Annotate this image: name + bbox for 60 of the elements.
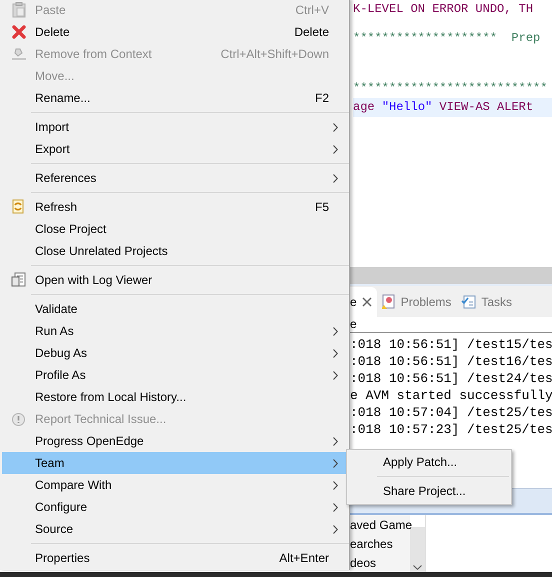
menu-item[interactable]: Rename... F2 xyxy=(2,87,347,109)
chevron-down-icon xyxy=(413,565,422,570)
menu-item[interactable]: Refresh F5 xyxy=(2,196,347,218)
chevron-right-icon xyxy=(333,437,338,446)
view-tab[interactable]: Problems xyxy=(376,286,456,316)
menu-item[interactable]: Open with Log Viewer xyxy=(2,269,347,291)
menu-item[interactable]: Compare With xyxy=(2,474,347,496)
delete-icon xyxy=(12,25,26,39)
chevron-right-icon xyxy=(333,459,338,468)
menu-item[interactable]: Restore from Local History... xyxy=(2,386,347,408)
menu-item[interactable]: Close Unrelated Projects xyxy=(2,240,347,262)
chevron-right-icon xyxy=(333,123,338,132)
chevron-right-icon xyxy=(333,371,338,380)
scrollbar[interactable] xyxy=(410,527,425,572)
log-line: :018 10:56:51] /test24/tes xyxy=(350,370,552,387)
chevron-right-icon xyxy=(333,174,338,183)
log-line: :018 10:57:23] /test25/tes xyxy=(350,421,552,438)
code-line: ******************** Prep xyxy=(353,30,542,47)
tasks-icon xyxy=(461,294,476,309)
sash-bar[interactable] xyxy=(350,267,552,284)
folder-item[interactable]: deos xyxy=(350,554,410,572)
menu-item[interactable]: Close Project xyxy=(2,218,347,240)
problems-icon xyxy=(382,294,396,310)
menu-item[interactable]: Profile As xyxy=(2,364,347,386)
chevron-right-icon xyxy=(333,349,338,358)
chevron-right-icon xyxy=(333,145,338,154)
document-icon xyxy=(10,272,26,288)
close-icon[interactable] xyxy=(362,296,372,306)
chevron-right-icon xyxy=(333,481,338,490)
view-tab[interactable]: Tasks xyxy=(456,286,518,316)
menu-item[interactable]: Run As xyxy=(2,320,347,342)
code-line: *************************** xyxy=(353,80,548,97)
menu-item[interactable]: Source xyxy=(2,518,347,540)
menu-item[interactable]: Share Project... xyxy=(349,480,509,502)
menu-item[interactable]: Configure xyxy=(2,496,347,518)
menu-item[interactable]: Apply Patch... xyxy=(349,451,509,473)
menu-item[interactable]: Validate xyxy=(2,298,347,320)
log-line: :018 10:56:51] /test15/tes xyxy=(350,336,552,353)
menu-item[interactable]: Team xyxy=(2,452,347,474)
log-line: :018 10:57:04] /test25/tes xyxy=(350,404,552,421)
refresh-icon xyxy=(11,199,26,215)
chevron-right-icon xyxy=(333,503,338,512)
tray-icon xyxy=(10,47,26,61)
menu-item[interactable]: Import xyxy=(2,116,347,138)
log-line: :018 10:56:51] /test16/tes xyxy=(350,353,552,370)
menu-item[interactable]: Debug As xyxy=(2,342,347,364)
menu-item[interactable]: Progress OpenEdge xyxy=(2,430,347,452)
folder-item[interactable]: aved Game xyxy=(350,516,410,534)
code-line: K-LEVEL ON ERROR UNDO, TH xyxy=(353,1,534,18)
chevron-right-icon xyxy=(333,327,338,336)
folder-item[interactable]: earches xyxy=(350,535,410,553)
menu-item[interactable]: Properties Alt+Enter xyxy=(2,547,347,569)
view-tab[interactable]: e xyxy=(350,286,377,316)
chevron-right-icon xyxy=(333,525,338,534)
menu-item[interactable]: Delete Delete xyxy=(2,21,347,43)
log-line: e AVM started successfully xyxy=(350,387,552,404)
console-title: e xyxy=(350,317,552,333)
alert-badge-icon xyxy=(11,412,26,426)
menu-item[interactable]: Export xyxy=(2,138,347,160)
menu-item[interactable]: References xyxy=(2,167,347,189)
